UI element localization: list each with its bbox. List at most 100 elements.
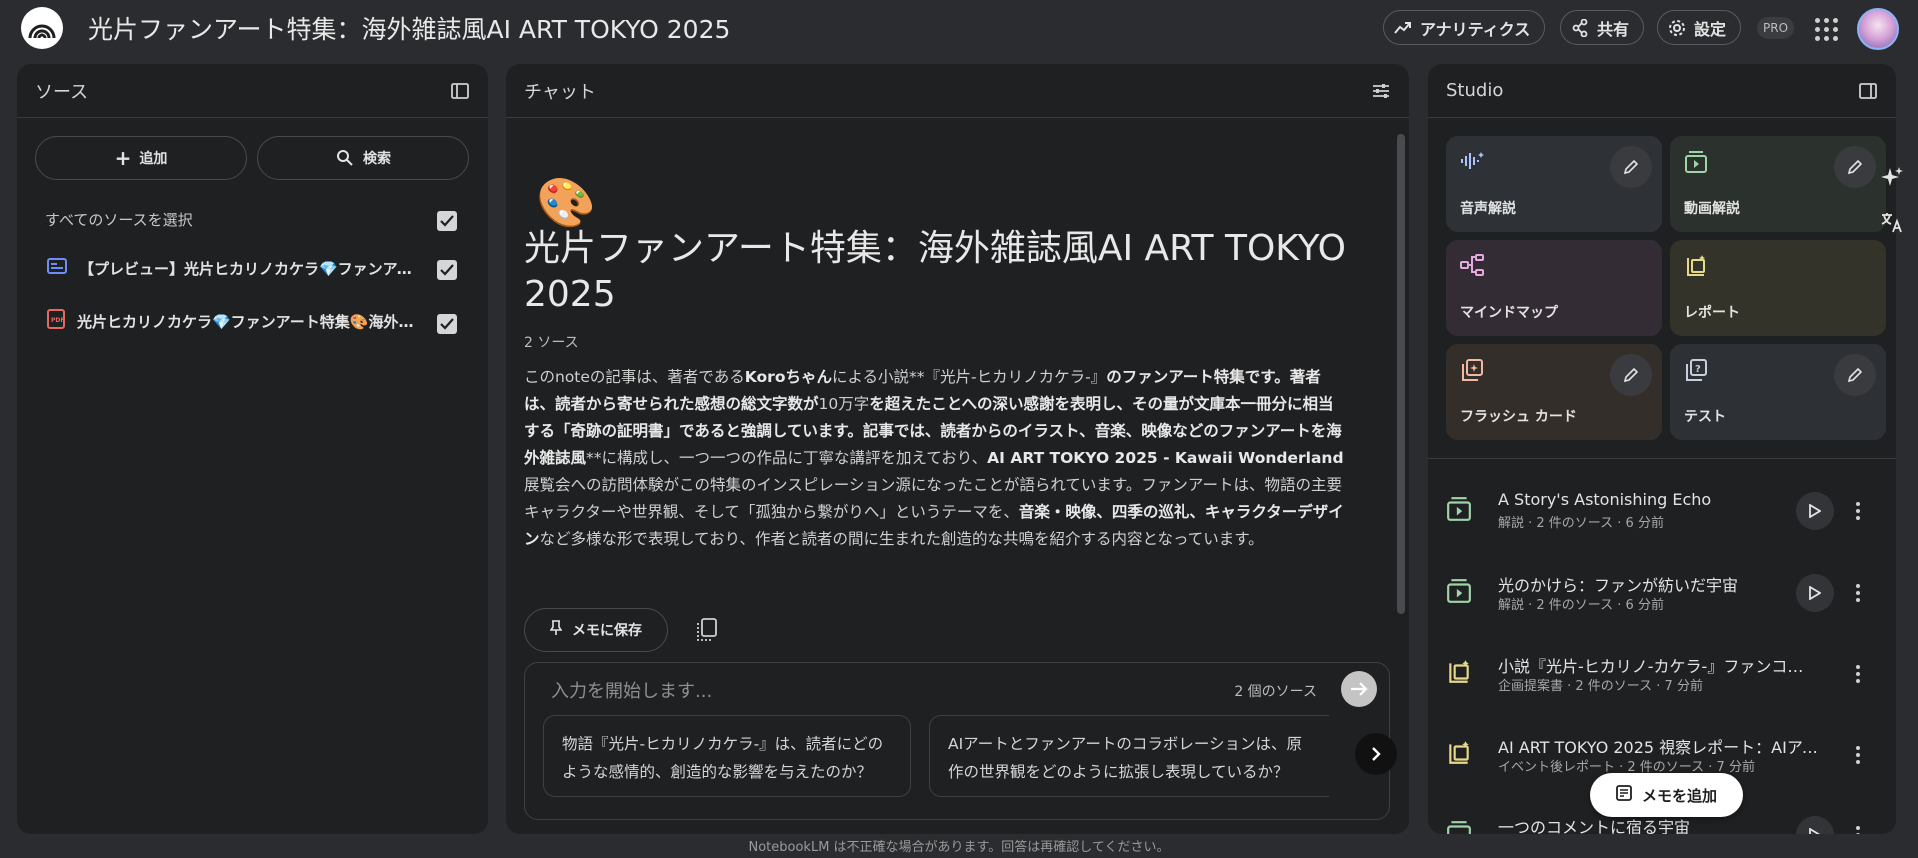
artifact-title: A Story's Astonishing Echo [1498,490,1712,509]
notebooklm-logo-icon[interactable] [21,7,63,49]
tile-video-overview[interactable]: 動画解説 [1670,136,1886,232]
sources-title: ソース [35,81,89,103]
tile-label: 動画解説 [1684,201,1740,217]
note-icon [1616,785,1632,805]
artifact-title: 小説『光片-ヒカリノ-カケラ-』ファンコミュニティ企画提案書 [1498,657,1818,676]
collapse-panel-icon[interactable] [1858,81,1878,101]
more-vert-icon[interactable] [1853,820,1863,834]
play-button[interactable] [1796,574,1834,612]
source-checkbox[interactable] [437,260,457,280]
settings-label: 設定 [1694,19,1727,39]
pin-icon [549,620,563,640]
play-button[interactable] [1796,492,1834,530]
suggested-question[interactable]: 物語『光片-ヒカリノカケラ-』は、読者にどのような感情的、創造的な影響を与えたの… [543,715,911,797]
artifact-meta: 解説 · 2 件のソース · 6 分前 [1498,516,1664,531]
report-icon [1446,740,1476,770]
tile-audio-overview[interactable]: 音声解説 [1446,136,1662,232]
select-all-checkbox[interactable] [437,211,457,231]
artifact-meta: 解説 · 2 件のソース · 6 分前 [1498,598,1664,613]
source-item[interactable]: PDF 光片ヒカリノカケラ💎ファンアート特集🎨海外雑誌風AI ART TOKYO… [47,309,427,333]
studio-artifact[interactable]: 小説『光片-ヒカリノ-カケラ-』ファンコミュニティ企画提案書 企画提案書 · 2… [1428,645,1896,705]
edit-icon[interactable] [1610,354,1652,396]
search-source-button[interactable]: 検索 [257,136,469,180]
more-vert-icon[interactable] [1853,740,1863,770]
source-item-label: 【プレビュー】光片ヒカリノカケラ💎ファンアート特集🎨海外雑誌風AI ART TO… [79,259,419,278]
copy-icon[interactable] [696,618,720,642]
video-overview-icon [1446,820,1476,834]
tile-label: テスト [1684,409,1726,425]
next-suggestions-button[interactable] [1355,733,1397,775]
suggested-question[interactable]: AIアートとファンアートのコラボレーションは、原作の世界観をどのように拡張し表現… [929,715,1329,797]
search-spark-icon [335,148,355,168]
collapse-panel-icon[interactable] [450,81,470,101]
share-label: 共有 [1596,19,1629,39]
analytics-label: アナリティクス [1420,19,1531,39]
more-vert-icon[interactable] [1853,496,1863,526]
studio-artifact[interactable]: A Story's Astonishing Echo 解説 · 2 件のソース … [1428,482,1896,542]
notebook-summary: このnoteの記事は、著者であるKoroちゃんによる小説**『光片-ヒカリノカケ… [524,368,1344,548]
chat-input[interactable]: 入力を開始します... [551,677,712,703]
source-checkbox[interactable] [437,314,457,334]
tile-quiz[interactable]: ? テスト [1670,344,1886,440]
user-avatar[interactable] [1857,8,1899,50]
input-source-count: 2 個のソース [1234,684,1317,700]
tile-label: マインドマップ [1460,305,1558,321]
share-button[interactable]: 共有 [1560,10,1644,45]
video-overview-icon [1446,496,1476,526]
mindmap-icon [1460,254,1486,280]
audio-wave-icon [1460,150,1486,176]
notebook-emoji: 🎨 [536,175,596,231]
sparkle-icon[interactable] [1880,166,1904,190]
tune-icon[interactable] [1371,81,1391,101]
tile-label: レポート [1684,305,1740,321]
send-button[interactable] [1341,671,1377,707]
notebook-title[interactable]: 光片ファンアート特集：海外雑誌風AI ART TOKYO 2025 [88,10,730,46]
tile-report[interactable]: レポート [1670,240,1886,336]
artifact-title: 光のかけら：ファンが紡いだ宇宙 [1498,576,1739,595]
svg-text:PDF: PDF [51,317,64,324]
tile-label: フラッシュ カード [1460,409,1577,425]
report-icon [1446,659,1476,689]
tile-flashcards[interactable]: フラッシュ カード [1446,344,1662,440]
more-vert-icon[interactable] [1853,578,1863,608]
chat-input-box: 入力を開始します... 2 個のソース 物語『光片-ヒカリノカケラ-』は、読者に… [524,662,1397,820]
chat-header: チャット [506,64,1409,118]
quiz-icon: ? [1684,358,1710,384]
source-count-label: 2 ソース [524,335,579,351]
artifact-meta: 企画提案書 · 2 件のソース · 7 分前 [1498,679,1703,694]
share-icon [1571,18,1589,38]
sources-header: ソース [17,64,488,118]
analytics-button[interactable]: アナリティクス [1383,10,1545,45]
svg-text:?: ? [1695,364,1701,375]
edit-icon[interactable] [1610,146,1652,188]
chat-panel: チャット 🎨 光片ファンアート特集：海外雑誌風AI ART TOKYO 2025… [506,64,1409,834]
edit-icon[interactable] [1834,146,1876,188]
add-memo-button[interactable]: メモを追加 [1590,773,1743,817]
source-item[interactable]: 【プレビュー】光片ヒカリノカケラ💎ファンアート特集🎨海外雑誌風AI ART TO… [47,256,427,280]
notebook-heading: 光片ファンアート特集：海外雑誌風AI ART TOKYO 2025 [524,228,1346,315]
pdf-icon: PDF [47,309,65,333]
trending-up-icon [1394,18,1412,38]
tile-mindmap[interactable]: マインドマップ [1446,240,1662,336]
footer-disclaimer: NotebookLM は不正確な場合があります。回答は再確認してください。 [748,840,1170,855]
search-source-label: 検索 [363,151,391,167]
settings-button[interactable]: 設定 [1657,10,1741,45]
apps-grid-icon[interactable] [1813,16,1838,41]
chat-title: チャット [524,81,596,103]
plus-icon: + [114,146,132,170]
studio-artifact[interactable]: 光のかけら：ファンが紡いだ宇宙 解説 · 2 件のソース · 6 分前 [1428,564,1896,624]
chat-scrollbar[interactable] [1397,134,1405,614]
sources-panel: ソース + 追加 検索 すべてのソースを選択 【プレビュー】光片ヒカリノカケラ💎… [17,64,488,834]
more-vert-icon[interactable] [1853,659,1863,689]
artifact-title: 一つのコメントに宿る宇宙 [1498,818,1691,834]
add-source-button[interactable]: + 追加 [35,136,247,180]
edit-icon[interactable] [1834,354,1876,396]
save-to-memo-button[interactable]: メモに保存 [524,608,668,652]
app-header: 光片ファンアート特集：海外雑誌風AI ART TOKYO 2025 アナリティク… [0,0,1918,56]
translate-icon[interactable] [1880,210,1904,234]
web-doc-icon [47,258,67,278]
report-icon [1684,254,1710,280]
studio-header: Studio [1428,64,1896,118]
tile-label: 音声解説 [1460,201,1516,217]
studio-title: Studio [1446,80,1504,101]
